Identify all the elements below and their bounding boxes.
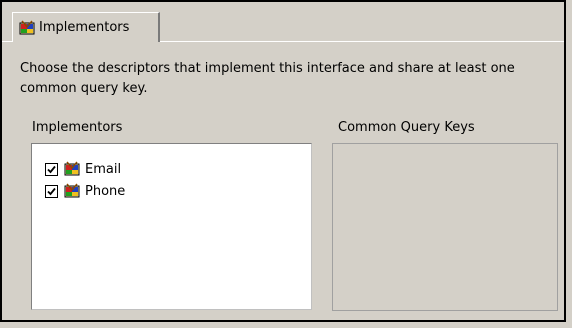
implementors-heading: Implementors [32, 120, 123, 135]
descriptor-icon [19, 20, 35, 36]
tab-edge [2, 41, 12, 42]
list-item-label: Phone [85, 183, 126, 199]
tab-implementors[interactable]: Implementors [12, 12, 160, 42]
tab-edge [160, 41, 564, 42]
implementors-list[interactable]: Email Phone [31, 143, 312, 310]
tab-label: Implementors [39, 20, 130, 35]
list-item-phone[interactable]: Phone [45, 182, 125, 200]
descriptor-icon [64, 161, 80, 177]
descriptor-icon [64, 183, 80, 199]
email-checkbox[interactable] [45, 162, 58, 176]
query-keys-list[interactable] [332, 143, 558, 311]
list-item-email[interactable]: Email [45, 160, 121, 178]
phone-checkbox[interactable] [45, 184, 58, 198]
list-item-label: Email [85, 161, 122, 177]
instructions-text: Choose the descriptors that implement th… [20, 61, 515, 96]
query-keys-heading: Common Query Keys [338, 120, 475, 135]
